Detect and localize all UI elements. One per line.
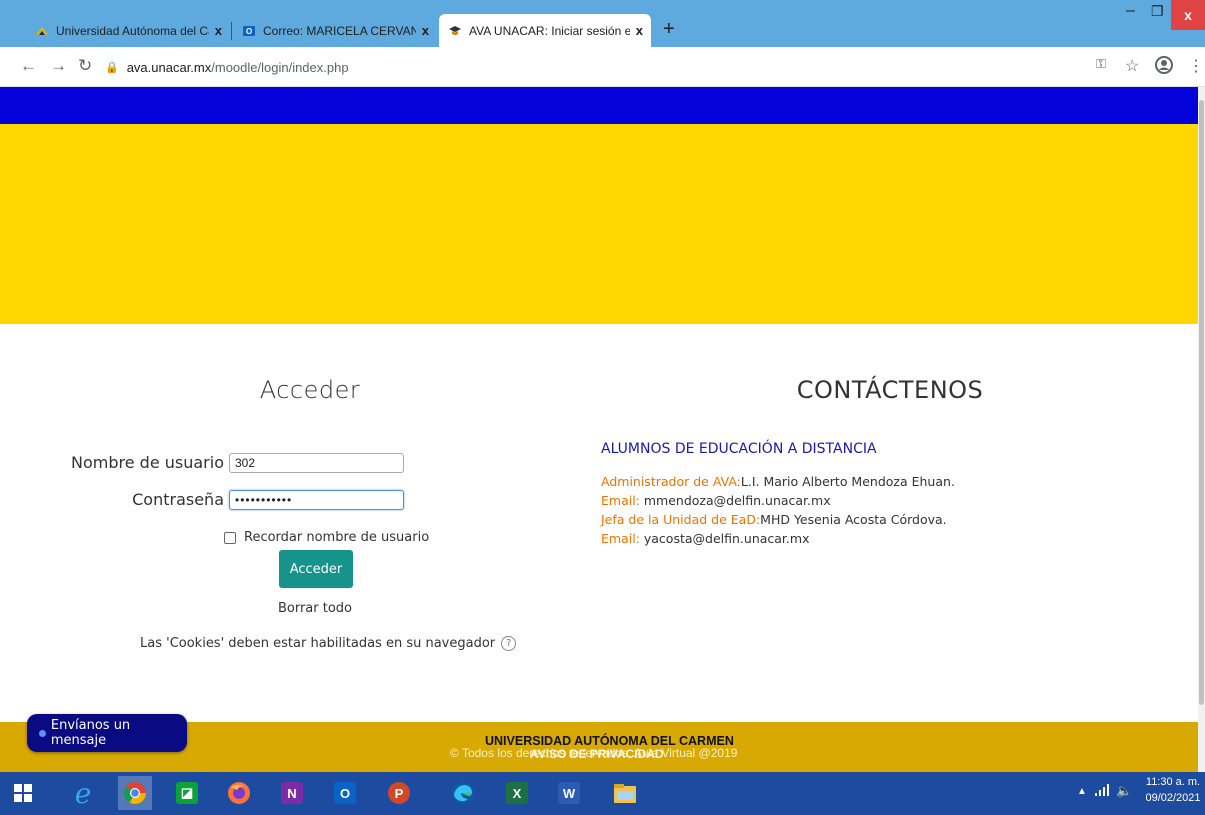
clear-all-link[interactable]: Borrar todo [240, 601, 390, 616]
remember-username-label: Recordar nombre de usuario [244, 530, 430, 545]
head-label: Jefa de la Unidad de EaD: [601, 512, 761, 527]
head-email-line: Email: yacosta@delfin.unacar.mx [601, 531, 809, 546]
login-button[interactable]: Acceder [279, 550, 353, 588]
menu-dots-icon[interactable]: ⋮ [1188, 56, 1204, 76]
chrome-icon[interactable] [118, 776, 152, 810]
privacy-notice-link[interactable]: AVISO DE PRIVACIDAD [530, 747, 664, 761]
clock-date[interactable]: 09/02/2021 [1143, 792, 1203, 804]
tab-ava-login[interactable]: AVA UNACAR: Iniciar sesión en e x [439, 14, 651, 47]
forward-arrow-icon[interactable]: → [50, 56, 67, 76]
contact-heading: CONTÁCTENOS [796, 376, 984, 404]
admin-email-label: Email: [601, 493, 640, 508]
new-tab-button[interactable]: + [663, 18, 675, 41]
login-heading: Acceder [259, 376, 361, 404]
reload-icon[interactable]: ↻ [78, 56, 92, 76]
admin-name: L.I. Mario Alberto Mendoza Ehuan. [740, 474, 955, 489]
tab-close-icon[interactable]: x [215, 23, 222, 38]
username-label: Nombre de usuario [71, 453, 224, 472]
contact-subheading: ALUMNOS DE EDUCACIÓN A DISTANCIA [601, 441, 877, 457]
address-bar[interactable]: 🔒 ava.unacar.mx/moodle/login/index.php [105, 55, 1085, 79]
tab-close-icon[interactable]: x [636, 23, 643, 38]
head-contact-line: Jefa de la Unidad de EaD:MHD Yesenia Aco… [601, 512, 947, 527]
tab-close-icon[interactable]: x [422, 23, 429, 38]
moodle-favicon-icon [447, 23, 463, 39]
windows-start-icon[interactable] [6, 776, 40, 810]
tab-outlook[interactable]: O Correo: MARICELA CERVANTES E x [233, 14, 437, 47]
password-label: Contraseña [132, 490, 224, 509]
admin-email[interactable]: mmendoza@delfin.unacar.mx [640, 493, 831, 508]
send-message-button[interactable]: Envíanos un mensaje [27, 714, 187, 752]
clock-time[interactable]: 11:30 a. m. [1143, 776, 1203, 788]
tab-title: Correo: MARICELA CERVANTES E [263, 23, 416, 38]
head-email[interactable]: yacosta@delfin.unacar.mx [640, 531, 810, 546]
browser-tab-strip: Universidad Autónoma del Carm x O Correo… [0, 0, 1205, 47]
admin-email-line: Email: mmendoza@delfin.unacar.mx [601, 493, 831, 508]
admin-contact-line: Administrador de AVA:L.I. Mario Alberto … [601, 474, 955, 489]
password-input[interactable] [229, 490, 404, 510]
outlook-favicon-icon: O [241, 23, 257, 39]
key-icon[interactable]: ⚿ [1096, 56, 1106, 72]
minimize-button[interactable]: – [1126, 2, 1135, 20]
admin-label: Administrador de AVA: [601, 474, 741, 489]
outlook-icon[interactable]: O [328, 776, 362, 810]
header-banner [0, 124, 1198, 324]
word-icon[interactable]: W [552, 776, 586, 810]
remember-username-checkbox[interactable] [224, 531, 236, 544]
cookies-notice-text: Las 'Cookies' deben estar habilitadas en… [140, 636, 496, 651]
excel-icon[interactable]: X [500, 776, 534, 810]
unacar-favicon-icon [34, 23, 50, 39]
head-email-label: Email: [601, 531, 640, 546]
file-explorer-icon[interactable] [608, 776, 642, 810]
chat-status-dot-icon [39, 729, 46, 737]
tab-title: AVA UNACAR: Iniciar sesión en e [469, 23, 630, 38]
tab-unacar[interactable]: Universidad Autónoma del Carm x [26, 14, 230, 47]
network-signal-icon[interactable] [1095, 784, 1109, 799]
head-name: MHD Yesenia Acosta Córdova. [760, 512, 947, 527]
tab-separator [231, 22, 232, 40]
internet-explorer-icon[interactable]: e [66, 776, 100, 810]
url-path: /moodle/login/index.php [211, 59, 349, 75]
maximize-button[interactable]: ❐ [1151, 3, 1164, 20]
cookies-notice: Las 'Cookies' deben estar habilitadas en… [140, 636, 517, 651]
send-message-label: Envíanos un mensaje [50, 718, 131, 748]
onenote-icon[interactable]: N [275, 776, 309, 810]
remember-username-row[interactable]: Recordar nombre de usuario [224, 530, 429, 545]
profile-icon[interactable] [1155, 56, 1173, 79]
back-arrow-icon[interactable]: ← [20, 56, 37, 76]
help-icon[interactable]: ? [501, 636, 517, 651]
tab-title: Universidad Autónoma del Carm [56, 23, 209, 38]
edge-icon[interactable] [446, 776, 480, 810]
lock-icon[interactable]: 🔒 [105, 61, 119, 74]
footer-university: UNIVERSIDAD AUTÓNOMA DEL CARMEN [485, 734, 734, 748]
username-input[interactable] [229, 453, 404, 473]
volume-icon[interactable]: 🔈 [1116, 783, 1132, 799]
window-close-button[interactable]: x [1171, 0, 1205, 30]
store-icon[interactable]: ◪ [170, 776, 204, 810]
scrollbar-thumb[interactable] [1199, 100, 1204, 705]
bookmark-star-icon[interactable]: ☆ [1125, 56, 1139, 76]
browser-toolbar: ← → ↻ 🔒 ava.unacar.mx/moodle/login/index… [0, 47, 1205, 87]
svg-text:O: O [246, 27, 252, 36]
url-host: ava.unacar.mx [126, 59, 212, 75]
firefox-icon[interactable] [222, 776, 256, 810]
tray-overflow-icon[interactable]: ▲ [1077, 786, 1087, 797]
powerpoint-icon[interactable]: P [382, 776, 416, 810]
header-blue-band [0, 87, 1198, 124]
